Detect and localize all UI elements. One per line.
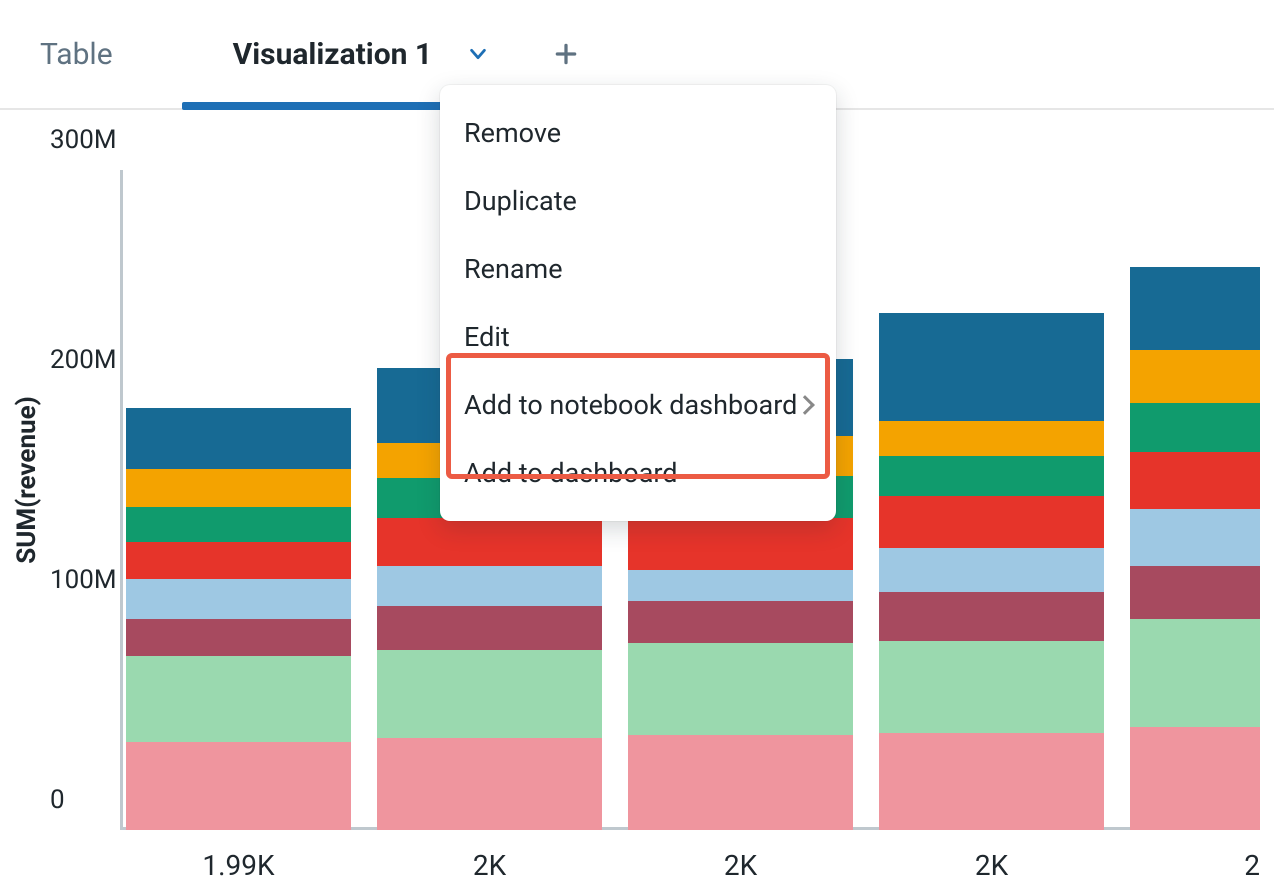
bar-segment[interactable] (1130, 452, 1260, 509)
bar-segment[interactable] (1130, 619, 1260, 727)
x-tick-label: 1.99K (126, 849, 351, 880)
tab-context-menu: Remove Duplicate Rename Edit Add to note… (440, 85, 836, 521)
x-tick-label: 2 (1130, 849, 1260, 880)
menu-item-label: Add to notebook dashboard (464, 389, 797, 421)
bar-segment[interactable] (879, 313, 1104, 421)
bar-segment[interactable] (1130, 727, 1260, 830)
bar-segment[interactable] (126, 619, 351, 656)
bar-segment[interactable] (628, 570, 853, 601)
tab-visualization-1[interactable]: Visualization 1 (233, 1, 433, 108)
bar-segment[interactable] (1130, 403, 1260, 451)
bar-segment[interactable] (126, 742, 351, 830)
add-tab-button[interactable] (550, 38, 582, 70)
bar-segment[interactable] (377, 606, 602, 650)
bar-segment[interactable] (377, 650, 602, 738)
bar-segment[interactable] (1130, 509, 1260, 566)
chevron-right-icon (795, 395, 815, 415)
bar-segment[interactable] (126, 507, 351, 542)
y-tick-label: 300M (50, 125, 117, 155)
bar[interactable] (1130, 267, 1260, 830)
bar-segment[interactable] (628, 601, 853, 643)
bar-segment[interactable] (879, 733, 1104, 830)
active-tab-indicator (182, 102, 457, 110)
bar-segment[interactable] (1130, 566, 1260, 619)
bar-segment[interactable] (126, 579, 351, 619)
x-tick-labels: 1.99K 2K 2K 2K 2 (120, 849, 1260, 880)
bar-segment[interactable] (879, 548, 1104, 592)
bar-segment[interactable] (628, 518, 853, 571)
bar-segment[interactable] (377, 518, 602, 566)
bar-segment[interactable] (1130, 350, 1260, 403)
bar[interactable] (126, 408, 351, 830)
menu-item-add-to-dashboard[interactable]: Add to dashboard (440, 439, 836, 507)
bar-segment[interactable] (628, 643, 853, 735)
plus-icon (553, 41, 579, 67)
menu-item-add-to-notebook-dashboard[interactable]: Add to notebook dashboard (440, 371, 836, 439)
bar-segment[interactable] (1130, 267, 1260, 351)
tab-table[interactable]: Table (40, 1, 113, 108)
y-tick-label: 200M (50, 345, 117, 375)
bar[interactable] (879, 313, 1104, 830)
bar-segment[interactable] (126, 408, 351, 470)
bar-segment[interactable] (879, 421, 1104, 456)
menu-item-duplicate[interactable]: Duplicate (440, 167, 836, 235)
bar-segment[interactable] (126, 656, 351, 742)
menu-item-edit[interactable]: Edit (440, 303, 836, 371)
menu-item-label: Rename (464, 253, 563, 285)
y-tick-label: 0 (50, 785, 65, 815)
bar-segment[interactable] (377, 566, 602, 606)
bar-segment[interactable] (126, 469, 351, 506)
menu-item-label: Edit (464, 321, 510, 353)
bar-segment[interactable] (879, 592, 1104, 640)
menu-item-label: Add to dashboard (464, 457, 678, 489)
x-tick-label: 2K (879, 849, 1104, 880)
menu-item-rename[interactable]: Rename (440, 235, 836, 303)
menu-item-label: Remove (464, 117, 561, 149)
menu-item-remove[interactable]: Remove (440, 99, 836, 167)
y-tick-label: 100M (50, 565, 117, 595)
bar-segment[interactable] (879, 641, 1104, 733)
bar-segment[interactable] (879, 456, 1104, 496)
bar-segment[interactable] (628, 735, 853, 830)
bar-segment[interactable] (879, 496, 1104, 549)
tab-dropdown-button[interactable] (462, 38, 494, 70)
chevron-down-icon (467, 43, 489, 65)
menu-item-label: Duplicate (464, 185, 577, 217)
x-tick-label: 2K (628, 849, 853, 880)
x-tick-label: 2K (377, 849, 602, 880)
y-axis-label: SUM(revenue) (12, 396, 42, 564)
bar-segment[interactable] (377, 738, 602, 830)
bar-segment[interactable] (126, 542, 351, 579)
tab-controls (462, 38, 582, 70)
